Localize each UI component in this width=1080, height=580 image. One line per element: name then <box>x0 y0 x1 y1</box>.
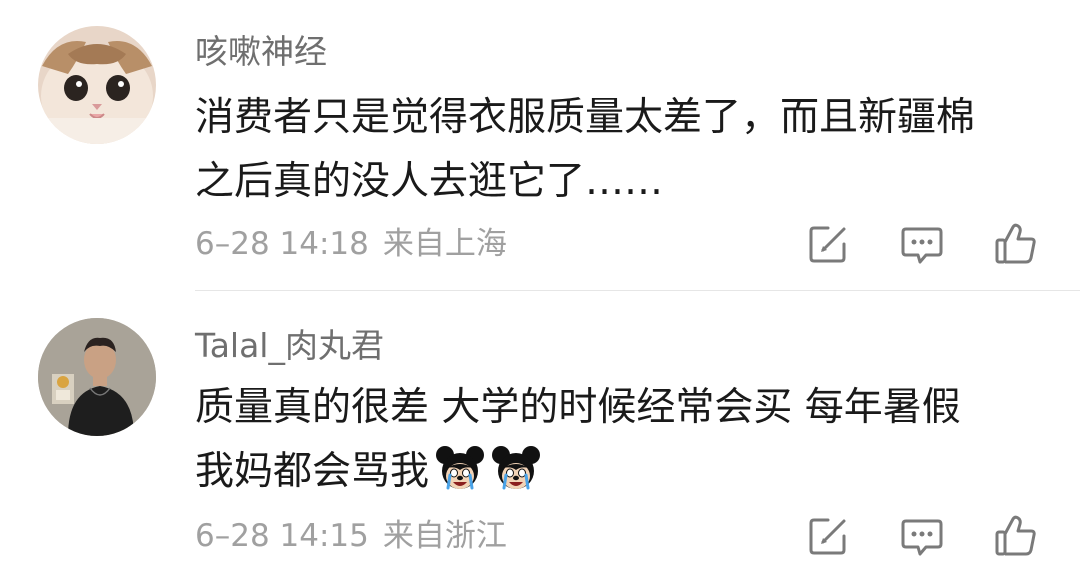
like-icon <box>995 223 1036 264</box>
username[interactable]: Talal_肉丸君 <box>195 326 384 366</box>
crying-mickey-emoji <box>435 444 485 514</box>
edit-icon <box>809 518 846 555</box>
comment-line: 消费者只是觉得衣服质量太差了，而且新疆棉 <box>195 95 976 140</box>
edit-icon <box>809 226 846 263</box>
timestamp: 6–28 14:18 <box>195 226 369 262</box>
cat-avatar-icon <box>38 26 156 144</box>
person-avatar-icon <box>38 318 156 436</box>
like-button[interactable] <box>994 222 1038 266</box>
reply-icon <box>901 519 943 556</box>
username[interactable]: 咳嗽神经 <box>195 32 327 72</box>
crying-mickey-icon <box>436 446 485 490</box>
comment-line: 我妈都会骂我 <box>195 440 1055 514</box>
location: 来自上海 <box>382 226 507 262</box>
timestamp: 6–28 14:15 <box>195 518 369 554</box>
edit-button[interactable] <box>806 514 850 558</box>
comment-line: 之后真的没人去逛它了…… <box>195 159 664 204</box>
crying-mickey-emoji <box>491 444 541 514</box>
edit-button[interactable] <box>806 222 850 266</box>
reply-icon <box>901 227 943 264</box>
comment-line-text: 我妈都会骂我 <box>195 449 430 494</box>
crying-mickey-icon <box>492 446 541 490</box>
comment-item: Talal_肉丸君 质量真的很差 大学的时候经常会买 每年暑假 我妈都会骂我 6… <box>0 292 1080 580</box>
like-button[interactable] <box>994 514 1038 558</box>
divider <box>195 290 1080 291</box>
avatar[interactable] <box>38 318 156 436</box>
comment-meta: 6–28 14:15 来自浙江 <box>195 516 507 556</box>
avatar[interactable] <box>38 26 156 144</box>
comment-item: 咳嗽神经 消费者只是觉得衣服质量太差了，而且新疆棉 之后真的没人去逛它了…… 6… <box>0 0 1080 292</box>
comment-line: 质量真的很差 大学的时候经常会买 每年暑假 <box>195 385 961 430</box>
comment-meta: 6–28 14:18 来自上海 <box>195 224 507 264</box>
like-icon <box>995 515 1036 556</box>
reply-button[interactable] <box>900 222 944 266</box>
reply-button[interactable] <box>900 514 944 558</box>
comment-text: 消费者只是觉得衣服质量太差了，而且新疆棉 之后真的没人去逛它了…… <box>195 86 1055 214</box>
comment-text: 质量真的很差 大学的时候经常会买 每年暑假 我妈都会骂我 <box>195 376 1055 514</box>
location: 来自浙江 <box>382 518 507 554</box>
